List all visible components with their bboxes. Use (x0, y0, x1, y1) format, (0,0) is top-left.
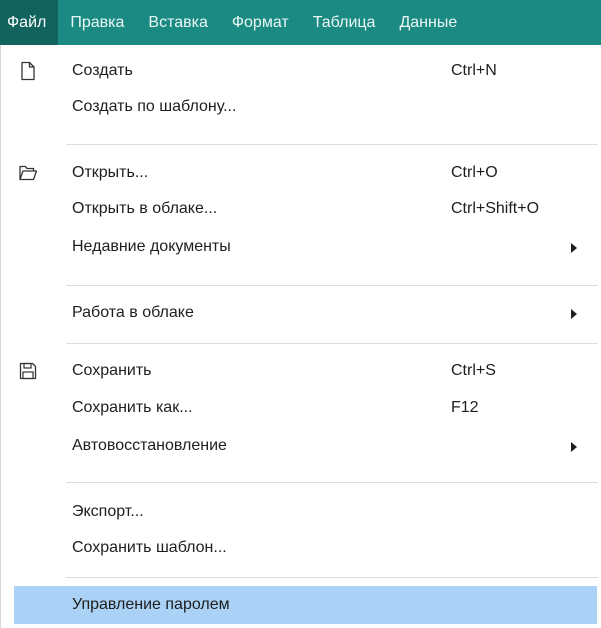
menu-item-shortcut: Ctrl+N (451, 62, 497, 79)
menu-item-label: Сохранить как... (72, 399, 193, 416)
menu-insert[interactable]: Вставка (136, 0, 219, 45)
menu-item-save-template[interactable]: Сохранить шаблон... (14, 530, 597, 566)
menu-separator (66, 482, 598, 483)
menu-item-label: Недавние документы (72, 238, 231, 255)
menu-item-create-from-template[interactable]: Создать по шаблону... (14, 89, 597, 125)
menu-item-shortcut: Ctrl+S (451, 362, 496, 379)
menu-item-shortcut: Ctrl+O (451, 164, 498, 181)
menu-data[interactable]: Данные (387, 0, 469, 45)
menu-item-label: Открыть... (72, 164, 149, 181)
menu-table[interactable]: Таблица (301, 0, 388, 45)
menu-edit[interactable]: Правка (58, 0, 136, 45)
submenu-arrow-icon (571, 309, 577, 319)
menu-item-label: Сохранить (72, 362, 152, 379)
menu-item-password-management[interactable]: Управление паролем (14, 586, 597, 624)
menu-item-label: Создать (72, 62, 133, 79)
menu-item-label: Сохранить шаблон... (72, 539, 227, 556)
menu-item-label: Экспорт... (72, 503, 144, 520)
menu-item-save[interactable]: Сохранить Ctrl+S (14, 353, 597, 389)
menu-item-cloud-work[interactable]: Работа в облаке (14, 295, 597, 331)
menu-item-label: Работа в облаке (72, 304, 194, 321)
open-folder-icon (19, 165, 38, 181)
menu-item-open-in-cloud[interactable]: Открыть в облаке... Ctrl+Shift+O (14, 191, 597, 227)
menu-item-open[interactable]: Открыть... Ctrl+O (14, 155, 597, 191)
menu-item-create[interactable]: Создать Ctrl+N (14, 53, 597, 89)
menu-separator (66, 343, 598, 344)
menu-item-label: Открыть в облаке... (72, 200, 218, 217)
save-icon (19, 362, 37, 380)
menu-separator (66, 577, 598, 578)
menu-item-export[interactable]: Экспорт... (14, 494, 597, 530)
menu-item-autorecovery[interactable]: Автовосстановление (14, 428, 597, 464)
menu-bar: Файл Правка Вставка Формат Таблица Данны… (0, 0, 601, 45)
menu-item-recent-documents[interactable]: Недавние документы (14, 229, 597, 265)
menu-separator (66, 285, 598, 286)
submenu-arrow-icon (571, 243, 577, 253)
menu-item-shortcut: Ctrl+Shift+O (451, 200, 540, 217)
menu-item-shortcut: F12 (451, 399, 479, 416)
menu-format[interactable]: Формат (220, 0, 301, 45)
menu-item-save-as[interactable]: Сохранить как... F12 (14, 390, 597, 426)
submenu-arrow-icon (571, 442, 577, 452)
menu-item-label: Управление паролем (72, 596, 230, 613)
file-dropdown-menu: Создать Ctrl+N Создать по шаблону... Отк… (0, 45, 601, 628)
new-document-icon (21, 61, 35, 81)
menu-separator (66, 144, 598, 145)
menu-item-label: Автовосстановление (72, 437, 227, 454)
menu-file[interactable]: Файл (0, 0, 59, 45)
menu-item-label: Создать по шаблону... (72, 98, 237, 115)
